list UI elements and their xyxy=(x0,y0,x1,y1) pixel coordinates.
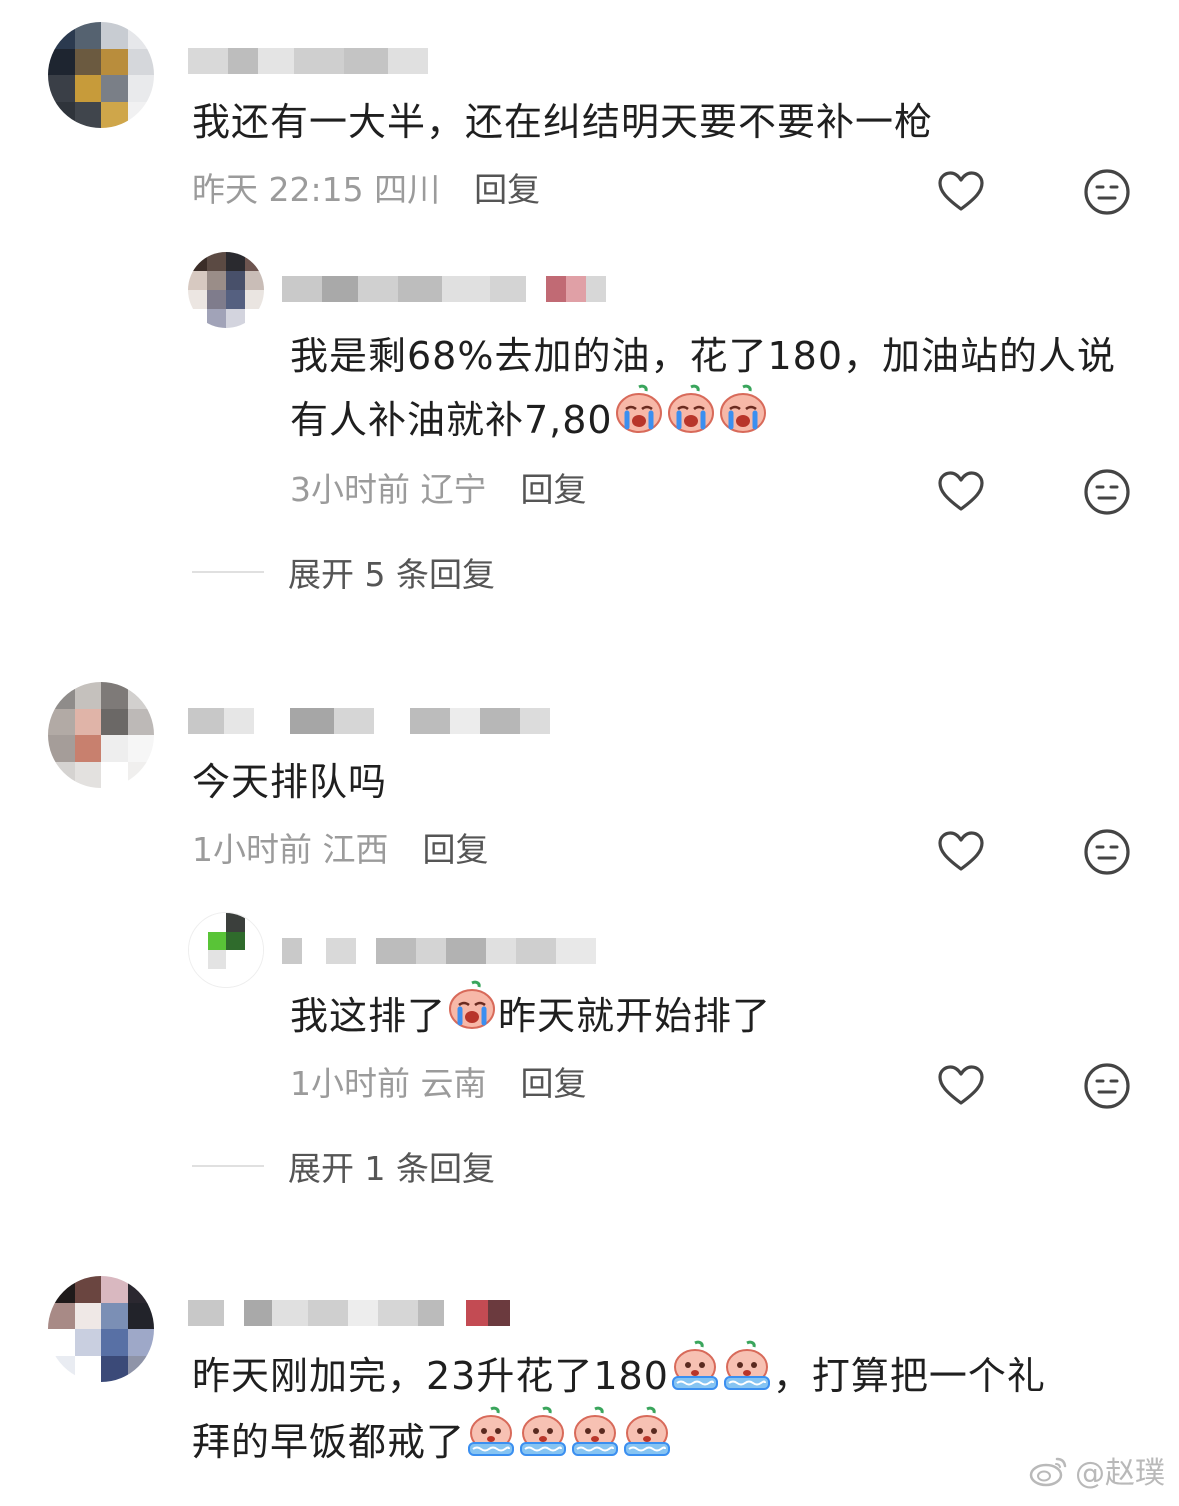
timestamp-location: 昨天 22:15 四川 xyxy=(192,170,441,209)
neutral-face-icon[interactable] xyxy=(1082,467,1132,517)
avatar[interactable] xyxy=(188,912,264,988)
crying-peach-emoji xyxy=(446,979,498,1050)
username-blurred[interactable] xyxy=(282,928,596,964)
reply-text: 我这排了 昨天就开始排了 xyxy=(290,980,771,1050)
reply-button[interactable]: 回复 xyxy=(521,470,587,509)
comment-text: 今天排队吗 xyxy=(192,760,388,804)
expand-replies-button[interactable]: 展开 1 条回复 xyxy=(192,1144,495,1188)
crying-peach-emoji xyxy=(665,383,717,454)
comment-text: 我还有一大半，还在纠结明天要不要补一枪 xyxy=(192,100,934,144)
reply-text: 我是剩68%去加的油，花了180，加油站的人说有人补油就补7,80 xyxy=(290,324,1120,454)
reply-meta: 3小时前 辽宁 回复 xyxy=(290,468,587,512)
avatar[interactable] xyxy=(188,252,264,328)
divider xyxy=(192,571,264,573)
timestamp-location: 1小时前 云南 xyxy=(290,1064,487,1103)
username-blurred[interactable] xyxy=(188,698,550,734)
watermark-text: @赵璞 xyxy=(1075,1456,1165,1491)
neutral-face-icon[interactable] xyxy=(1082,1061,1132,1111)
reply-button[interactable]: 回复 xyxy=(423,830,489,869)
username-blurred[interactable] xyxy=(188,38,428,74)
timestamp-location: 1小时前 江西 xyxy=(192,830,389,869)
sobbing-peach-emoji xyxy=(569,1405,621,1476)
crying-peach-emoji xyxy=(717,383,769,454)
comment-meta: 昨天 22:15 四川 回复 xyxy=(192,168,540,212)
expand-replies-label[interactable]: 展开 5 条回复 xyxy=(288,548,495,596)
divider xyxy=(192,1165,264,1167)
sobbing-peach-emoji xyxy=(669,1339,721,1410)
avatar[interactable] xyxy=(48,1276,154,1382)
avatar[interactable] xyxy=(48,22,154,128)
username-blurred[interactable] xyxy=(188,1290,510,1326)
heart-outline-icon[interactable] xyxy=(936,827,986,877)
heart-outline-icon[interactable] xyxy=(936,1061,986,1111)
username-blurred[interactable] xyxy=(282,266,606,302)
expand-replies-button[interactable]: 展开 5 条回复 xyxy=(192,550,495,594)
timestamp-location: 3小时前 辽宁 xyxy=(290,470,487,509)
comment-text: 昨天刚加完，23升花了180 ，打算把一个礼 拜的早饭都戒了 xyxy=(192,1340,1132,1476)
weibo-logo-icon xyxy=(1029,1457,1067,1487)
comment-meta: 1小时前 江西 回复 xyxy=(192,828,489,872)
avatar[interactable] xyxy=(48,682,154,788)
reply-button[interactable]: 回复 xyxy=(521,1064,587,1103)
reply-button[interactable]: 回复 xyxy=(474,170,540,209)
sobbing-peach-emoji xyxy=(517,1405,569,1476)
crying-peach-emoji xyxy=(613,383,665,454)
sobbing-peach-emoji xyxy=(721,1339,773,1410)
sobbing-peach-emoji xyxy=(465,1405,517,1476)
neutral-face-icon[interactable] xyxy=(1082,827,1132,877)
heart-outline-icon[interactable] xyxy=(936,167,986,217)
reply-meta: 1小时前 云南 回复 xyxy=(290,1062,587,1106)
watermark: @赵璞 xyxy=(1029,1448,1165,1492)
neutral-face-icon[interactable] xyxy=(1082,167,1132,217)
expand-replies-label[interactable]: 展开 1 条回复 xyxy=(288,1142,495,1190)
heart-outline-icon[interactable] xyxy=(936,467,986,517)
sobbing-peach-emoji xyxy=(621,1405,673,1476)
